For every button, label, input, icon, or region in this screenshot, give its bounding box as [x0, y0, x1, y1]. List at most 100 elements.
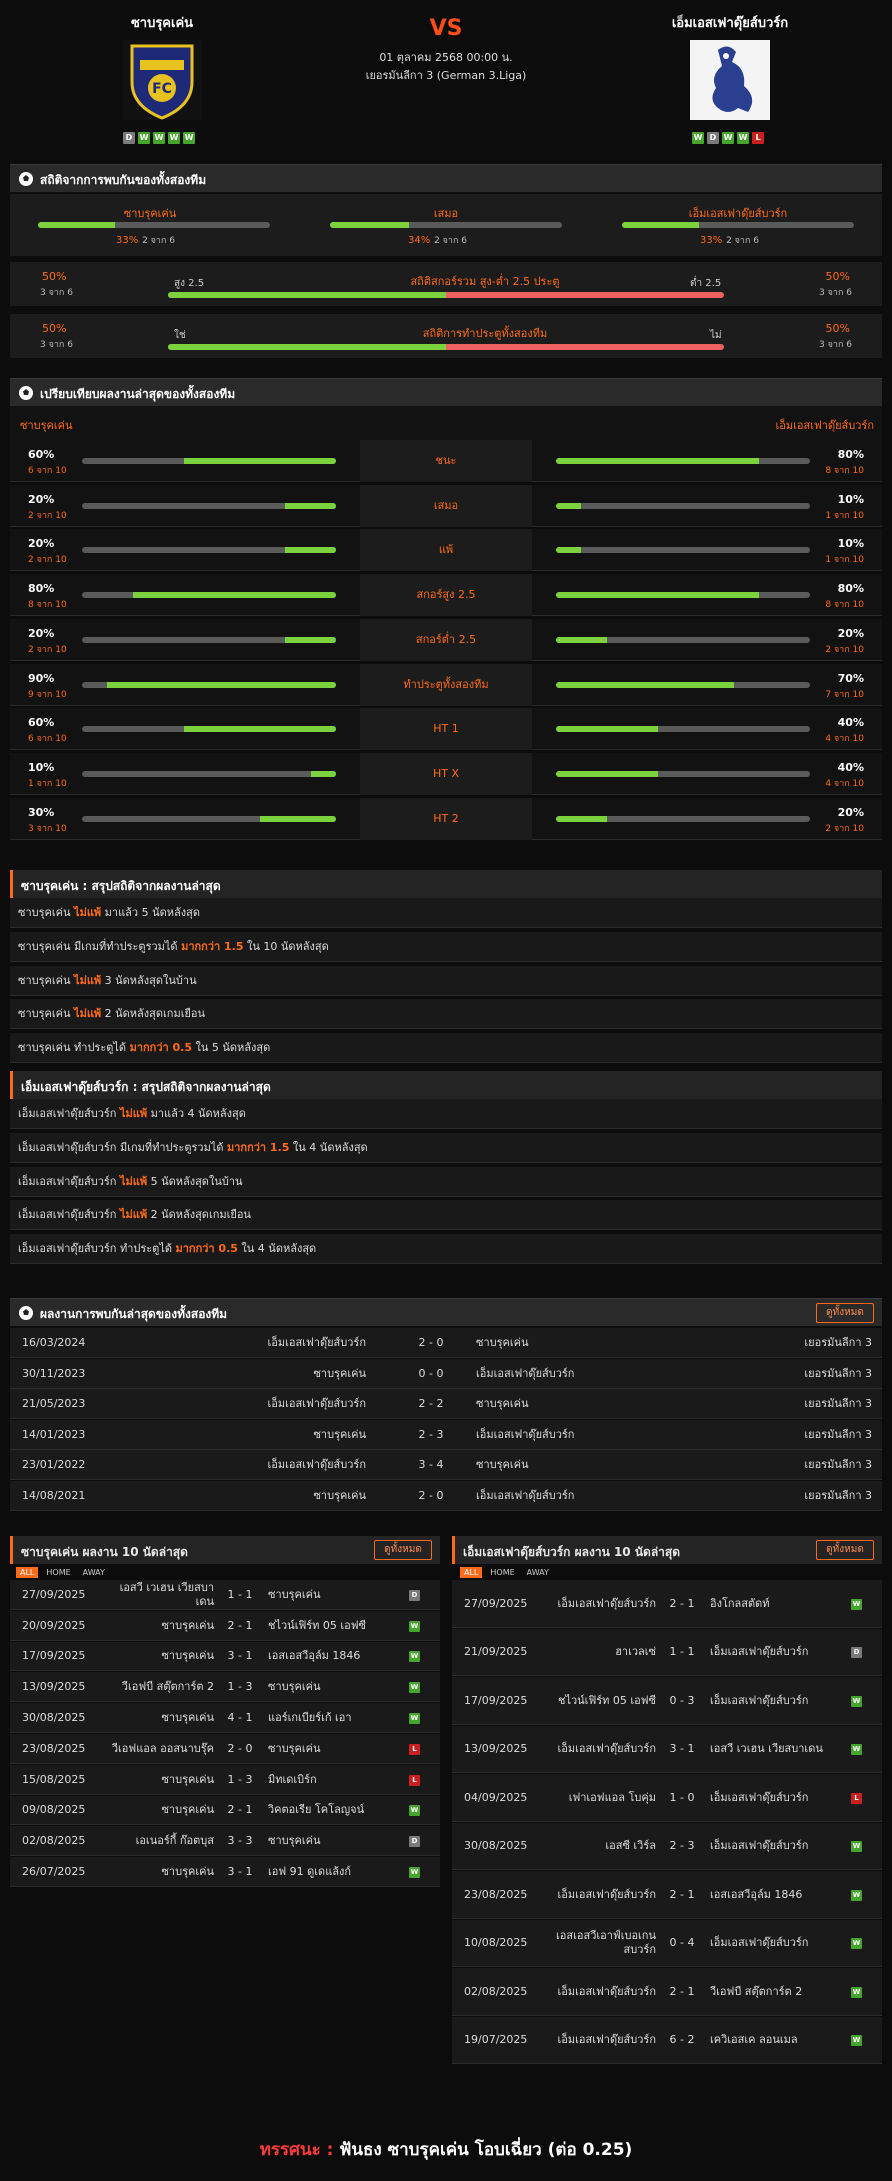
home-sub: 6 จาก 10	[28, 466, 67, 476]
away-team[interactable]: เอ็มเอสเฟาดุ๊ยส์บวร์ก	[476, 1359, 574, 1389]
compare-label: ทำประตูทั้งสองทีม	[360, 663, 532, 706]
match-row: 02/08/2025 เอเนอร์กี้ ก๊อตบุส 3 - 3 ซาบรุคเ…	[10, 1826, 440, 1857]
away-team[interactable]: ซาบรุคเค่น	[268, 1581, 398, 1609]
score: 2 - 0	[418, 1336, 444, 1349]
home-team[interactable]: เอ็มเอสเฟาดุ๊ยส์บวร์ก	[544, 1735, 656, 1763]
away-team[interactable]: ชไวน์เฟิร์ท 05 เอฟซี	[268, 1612, 398, 1640]
away-team[interactable]: เอ็มเอสเฟาดุ๊ยส์บวร์ก	[476, 1481, 574, 1511]
btts-left-pct: 50%	[42, 322, 67, 335]
away-team[interactable]: ซาบรุคเค่น	[268, 1673, 398, 1701]
away-sub: 7 จาก 10	[825, 689, 864, 700]
summary-text: ใน 10 นัดหลังสุด	[243, 939, 329, 953]
home-team[interactable]: ซาบรุคเค่น	[102, 1766, 214, 1794]
home-team[interactable]: ซาบรุคเค่น	[102, 1858, 214, 1886]
away-last10-view-all-button[interactable]: ดูทั้งหมด	[816, 1540, 874, 1560]
home-team[interactable]: ฮาเวลเซ่	[544, 1638, 656, 1666]
away-team[interactable]: วิคตอเรีย โคโลญจน์	[268, 1796, 398, 1824]
filter-away-tab[interactable]: AWAY	[79, 1567, 109, 1578]
away-team[interactable]: เอ็มเอสเฟาดุ๊ยส์บวร์ก	[710, 1832, 840, 1860]
away-team[interactable]: ซาบรุคเค่น	[476, 1389, 529, 1419]
away-team[interactable]: ซาบรุคเค่น	[476, 1328, 529, 1358]
away-team[interactable]: เอ็มเอสเฟาดุ๊ยส์บวร์ก	[710, 1784, 840, 1812]
filter-home-tab[interactable]: HOME	[42, 1567, 74, 1578]
home-team-logo[interactable]: FC	[120, 38, 204, 122]
away-team[interactable]: เอ็มเอสเฟาดุ๊ยส์บวร์ก	[710, 1638, 840, 1666]
home-sub: 1 จาก 10	[28, 778, 67, 789]
home-team[interactable]: ซาบรุคเค่น	[102, 1796, 214, 1824]
away-team[interactable]: วีเอฟบี สตุ๊ตการ์ต 2	[710, 1978, 840, 2006]
h2h-row: 14/08/2021 ซาบรุคเค่น 2 - 0 เอ็มเอสเฟาดุ๊ยส…	[10, 1480, 882, 1511]
away-last10-header: เอ็มเอสเฟาดุ๊ยส์บวร์ก ผลงาน 10 นัดล่าสุด…	[452, 1536, 882, 1564]
away-team[interactable]: เอสเอสวีอุล์ม 1846	[710, 1881, 840, 1909]
filter-all-tab[interactable]: ALL	[16, 1567, 39, 1578]
btts-stats-row: 50% 3 จาก 6 ใช่ สถิติการทำประตูทั้งสองที…	[10, 314, 882, 358]
home-team[interactable]: เอสวี เวเฮน เวียสบาเดน	[102, 1581, 214, 1609]
home-bar	[82, 592, 336, 599]
home-team[interactable]: เอ็มเอสเฟาดุ๊ยส์บวร์ก	[268, 1328, 366, 1358]
filter-all-tab[interactable]: ALL	[460, 1567, 483, 1578]
match-row: 15/08/2025 ซาบรุคเค่น 1 - 3 มิทเดเบิร์ก L	[10, 1764, 440, 1795]
home-team[interactable]: ซาบรุคเค่น	[102, 1612, 214, 1640]
home-team[interactable]: เอ็มเอสเฟาดุ๊ยส์บวร์ก	[544, 2026, 656, 2054]
result-badge: L	[409, 1774, 420, 1786]
home-team[interactable]: ซาบรุคเค่น	[102, 1704, 214, 1732]
away-team[interactable]: เอฟ 91 ดูเดแล้งก์	[268, 1858, 398, 1886]
summary-highlight: มากกว่า 0.5	[175, 1242, 238, 1256]
score: 0 - 0	[418, 1366, 444, 1380]
home-team[interactable]: เอ็มเอสเฟาดุ๊ยส์บวร์ก	[268, 1450, 366, 1480]
home-bar-fill	[285, 636, 336, 643]
home-team[interactable]: เอ็มเอสเฟาดุ๊ยส์บวร์ก	[544, 1590, 656, 1618]
home-sub: 2 จาก 10	[28, 555, 67, 566]
compare-label: สกอร์สูง 2.5	[360, 574, 532, 617]
summary-row: ซาบรุคเค่น ไม่แพ้ 3 นัดหลังสุดในบ้าน	[10, 965, 882, 996]
home-team[interactable]: ซาบรุคเค่น	[313, 1420, 366, 1450]
score: 1 - 3	[227, 1772, 253, 1786]
away-team[interactable]: ซาบรุคเค่น	[268, 1827, 398, 1855]
home-team[interactable]: เอเนอร์กี้ ก๊อตบุส	[102, 1827, 214, 1855]
home-team[interactable]: ซาบรุคเค่น	[102, 1642, 214, 1670]
home-team[interactable]: เฟาเอฟแอล โบคุ่ม	[544, 1784, 656, 1812]
home-team[interactable]: เอสเอสวีเอาฟ์เบอเกนสบวร์ก	[544, 1929, 656, 1957]
home-team[interactable]: วีเอฟแอล ออสนาบรุ๊ค	[102, 1735, 214, 1763]
home-last10-view-all-button[interactable]: ดูทั้งหมด	[374, 1540, 432, 1560]
away-team[interactable]: แอร์เกเบียร์เก้ เอา	[268, 1704, 398, 1732]
away-team[interactable]: เอ็มเอสเฟาดุ๊ยส์บวร์ก	[710, 1687, 840, 1715]
away-team-name[interactable]: เอ็มเอสเฟาดุ๊ยส์บวร์ก	[630, 12, 830, 33]
summary-row: ซาบรุคเค่น ไม่แพ้ มาแล้ว 5 นัดหลังสุด	[10, 898, 882, 928]
away-team[interactable]: เอสวี เวเฮน เวียสบาเดน	[710, 1735, 840, 1763]
home-team[interactable]: เอสซี เวิร์ล	[544, 1832, 656, 1860]
away-team[interactable]: เอสเอสวีอุล์ม 1846	[268, 1642, 398, 1670]
home-team[interactable]: ชไวน์เฟิร์ท 05 เอฟซี	[544, 1687, 656, 1715]
away-team[interactable]: อิงโกลสตัดท์	[710, 1590, 840, 1618]
summary-text: เอ็มเอสเฟาดุ๊ยส์บวร์ก	[18, 1107, 120, 1120]
match-date: 13/09/2025	[22, 1680, 86, 1694]
away-team[interactable]: เอ็มเอสเฟาดุ๊ยส์บวร์ก	[710, 1929, 840, 1957]
filter-home-tab[interactable]: HOME	[486, 1567, 518, 1578]
score: 3 - 3	[227, 1834, 253, 1848]
home-team[interactable]: เอ็มเอสเฟาดุ๊ยส์บวร์ก	[544, 1881, 656, 1909]
home-team-name[interactable]: ซาบรุคเค่น	[62, 12, 262, 33]
away-pct: 10%	[837, 492, 864, 506]
h2h-view-all-button[interactable]: ดูทั้งหมด	[816, 1303, 874, 1323]
away-team[interactable]: ซาบรุคเค่น	[476, 1450, 529, 1480]
away-bar-fill	[556, 502, 582, 509]
match-row: 10/08/2025 เอสเอสวีเอาฟ์เบอเกนสบวร์ก 0 - 4…	[452, 1919, 882, 1967]
filter-away-tab[interactable]: AWAY	[523, 1567, 553, 1578]
home-team[interactable]: เอ็มเอสเฟาดุ๊ยส์บวร์ก	[544, 1978, 656, 2006]
away-team[interactable]: เอ็มเอสเฟาดุ๊ยส์บวร์ก	[476, 1420, 574, 1450]
match-row: 20/09/2025 ซาบรุคเค่น 2 - 1 ชไวน์เฟิร์ท 05 …	[10, 1610, 440, 1641]
away-team[interactable]: เควิเอสเค ลอนเมล	[710, 2026, 840, 2054]
soccer-ball-icon	[19, 386, 33, 400]
result-badge: W	[409, 1867, 420, 1879]
result-badge: L	[851, 1792, 862, 1804]
away-team-logo[interactable]	[688, 38, 772, 122]
soccer-ball-icon	[19, 172, 33, 186]
match-date: 20/09/2025	[22, 1618, 86, 1632]
home-team[interactable]: วีเอฟบี สตุ๊ตการ์ต 2	[102, 1673, 214, 1701]
home-team[interactable]: ซาบรุคเค่น	[313, 1481, 366, 1511]
home-team[interactable]: ซาบรุคเค่น	[313, 1359, 366, 1389]
home-team[interactable]: เอ็มเอสเฟาดุ๊ยส์บวร์ก	[268, 1389, 366, 1419]
away-team[interactable]: ซาบรุคเค่น	[268, 1735, 398, 1763]
away-team[interactable]: มิทเดเบิร์ก	[268, 1766, 398, 1794]
btts-right-label: ไม่	[710, 330, 722, 341]
